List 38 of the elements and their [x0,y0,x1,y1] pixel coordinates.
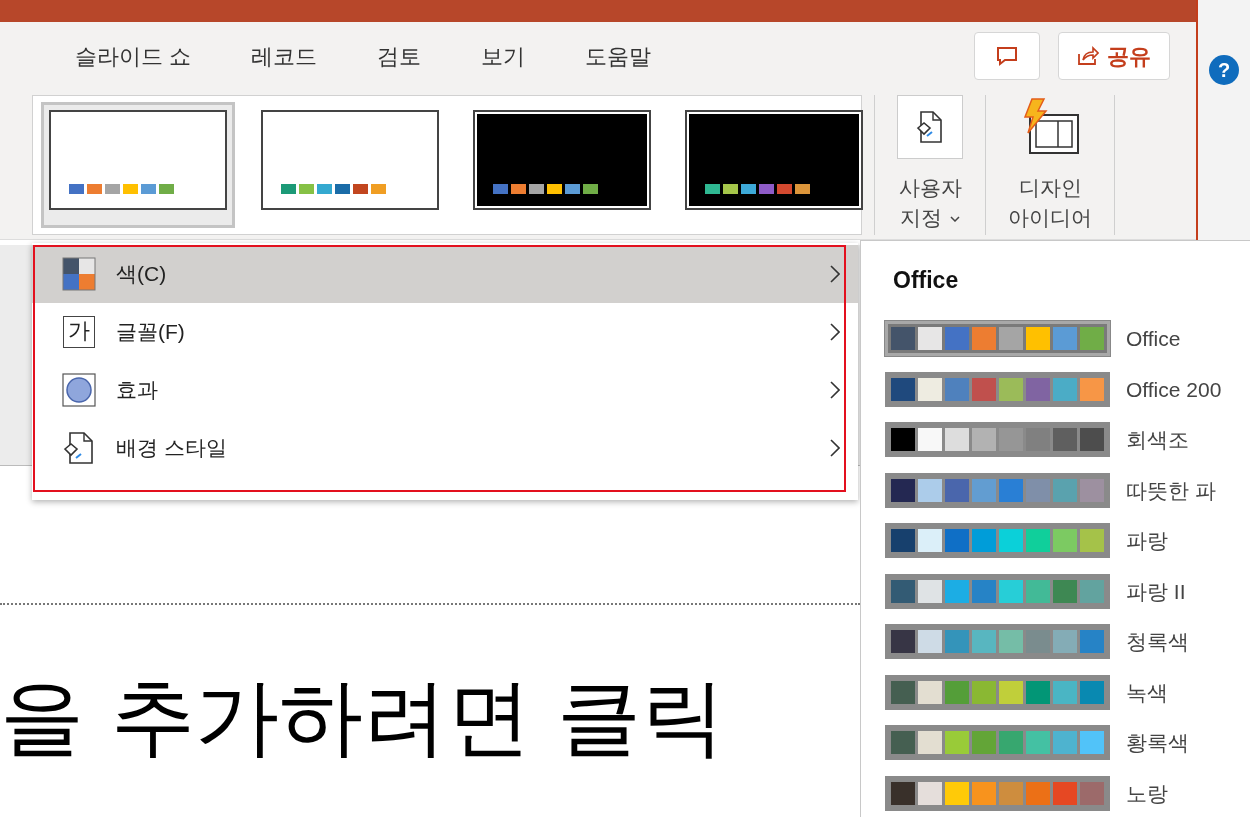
help-button[interactable]: ? [1209,55,1239,85]
comment-button[interactable] [974,32,1040,80]
slide-title-placeholder[interactable]: 을 추가하려면 클릭 [0,671,726,764]
color-scheme-option[interactable]: 황록색 [861,717,1250,768]
color-scheme-option[interactable]: 따뜻한 파 [861,465,1250,516]
customize-button[interactable]: 사용자 지정 [887,95,973,234]
chevron-right-icon [830,381,840,399]
share-icon [1077,46,1099,66]
ribbon-tab[interactable]: 레코드 [251,39,318,73]
color-scheme-icon [62,257,96,291]
menu-item[interactable]: 가 글꼴(F) [32,303,858,361]
document-icon [915,110,945,144]
color-scheme-option[interactable]: 청록색 [861,616,1250,667]
color-scheme-option[interactable]: 회색조 [861,414,1250,465]
chevron-right-icon [830,439,840,457]
color-scheme-option[interactable]: 파랑 II [861,566,1250,617]
theme-thumbnail[interactable] [41,102,235,228]
background-style-icon [62,431,96,465]
menu-item[interactable]: 색(C) [32,245,858,303]
share-button[interactable]: 공유 [1058,32,1170,80]
ribbon-tab[interactable]: 슬라이드 쇼 [75,39,192,73]
color-scheme-option[interactable]: 녹색 [861,667,1250,718]
circle-effect-icon [62,373,96,407]
design-ideas-button[interactable]: 디자인 아이디어 [998,95,1102,234]
ribbon-tab[interactable]: 보기 [481,39,526,73]
ribbon-tab[interactable]: 검토 [377,39,422,73]
chevron-right-icon [830,323,840,341]
font-icon: 가 [63,316,95,348]
color-scheme-option[interactable]: Office 200 [861,364,1250,415]
ribbon-tab[interactable]: 도움말 [585,39,652,73]
menu-item[interactable]: 효과 [32,361,858,419]
menu-item[interactable]: 배경 스타일 [32,419,858,477]
comment-icon [995,45,1019,67]
color-scheme-option[interactable]: Office [861,313,1250,364]
color-scheme-option[interactable]: 파랑 [861,515,1250,566]
menu-heading: Office [893,266,960,295]
color-scheme-option[interactable]: 노랑 [861,768,1250,817]
chevron-right-icon [830,265,840,283]
